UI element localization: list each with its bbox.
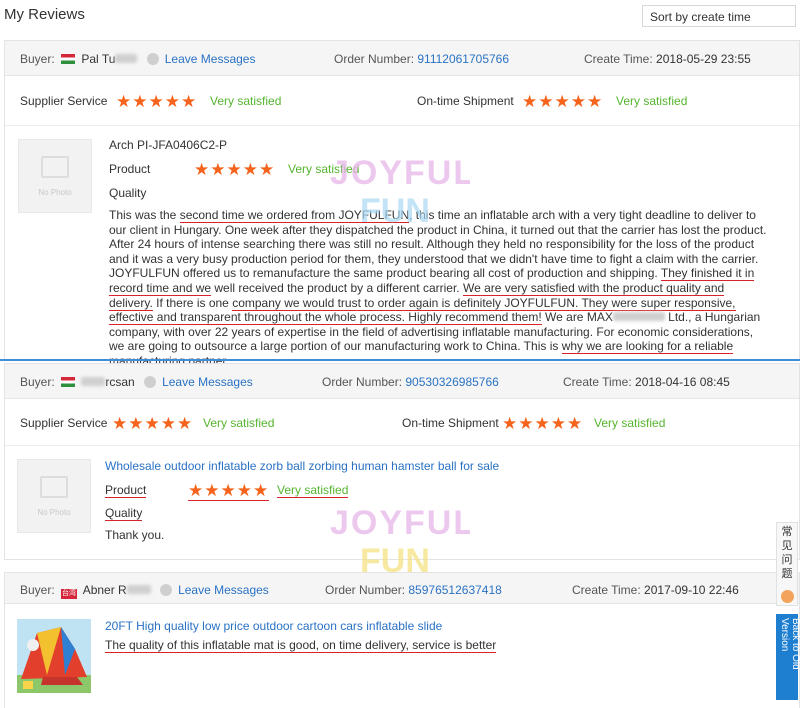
page-title: My Reviews: [4, 6, 85, 23]
create-time-label: Create Time:: [563, 375, 632, 389]
svg-text:FUN: FUN: [360, 542, 430, 580]
comment-text: This was the: [109, 208, 180, 222]
buyer-label: Buyer:: [20, 375, 55, 389]
buyer-name: Pal Tu: [81, 52, 116, 66]
supplier-satisfaction: Very satisfied: [210, 94, 282, 108]
review-comment: Thank you.: [105, 528, 165, 542]
product-rating-stars: ★★★★★: [188, 481, 270, 501]
create-time-value: 2018-05-29 23:55: [656, 52, 751, 66]
create-time-label: Create Time:: [584, 52, 653, 66]
order-number-link[interactable]: 90530326985766: [405, 375, 498, 389]
order-number-link[interactable]: 91112061705766: [417, 52, 509, 66]
support-avatar-icon: [781, 590, 794, 603]
redacted-name: [81, 377, 106, 386]
no-photo-label: No Photo: [37, 508, 71, 517]
image-placeholder-icon: [41, 156, 69, 178]
buyer-label: Buyer:: [20, 52, 55, 66]
order-info: Order Number: 91112061705766: [334, 52, 509, 66]
product-thumbnail[interactable]: No Photo: [18, 139, 92, 213]
quality-label: Quality: [105, 506, 143, 521]
svg-text:JOYFUL: JOYFUL: [330, 154, 470, 192]
order-label: Order Number:: [334, 52, 415, 66]
sort-select[interactable]: Sort by create time: [642, 5, 796, 27]
comment-text: We are MAX: [541, 310, 613, 325]
create-time: Create Time: 2017-09-10 22:46: [572, 583, 739, 597]
supplier-satisfaction: Very satisfied: [203, 416, 275, 430]
comment-text: well received the product by a different…: [211, 280, 463, 295]
message-icon[interactable]: [146, 53, 159, 65]
comment-text: If there is one: [152, 295, 233, 310]
buyer-name: Abner R: [82, 583, 127, 597]
shipment-satisfaction: Very satisfied: [594, 416, 666, 430]
product-rating-stars: ★★★★★: [194, 160, 276, 179]
svg-text:JOYFUL: JOYFUL: [330, 504, 470, 542]
product-label: Product: [109, 162, 151, 176]
product-label: Product: [105, 483, 147, 498]
buyer-info: Buyer: 台湾 Abner R Leave Messages: [20, 583, 269, 599]
image-placeholder-icon: [40, 476, 68, 498]
product-thumbnail[interactable]: [17, 619, 91, 693]
buyer-info: Buyer: rcsan Leave Messages: [20, 375, 253, 389]
back-to-old-version-button[interactable]: Back to Old Version: [776, 614, 800, 700]
shipment-label: On-time Shipment: [417, 94, 514, 108]
redacted-company: [612, 312, 665, 322]
screenshot-separator: [0, 359, 800, 361]
order-info: Order Number: 85976512637418: [325, 583, 502, 597]
order-label: Order Number:: [325, 583, 406, 597]
message-icon[interactable]: [160, 584, 173, 596]
create-time-value: 2018-04-16 08:45: [635, 375, 730, 389]
quality-label: Quality: [109, 186, 147, 200]
supplier-rating-stars: ★★★★★: [112, 414, 194, 433]
svg-text:FUN: FUN: [360, 192, 430, 230]
no-photo-label: No Photo: [38, 188, 72, 197]
buyer-label: Buyer:: [20, 583, 55, 597]
order-info: Order Number: 90530326985766: [322, 375, 499, 389]
leave-messages-link[interactable]: Leave Messages: [162, 375, 253, 389]
review-card: Buyer: 台湾 Abner R Leave Messages Order N…: [4, 572, 800, 708]
leave-messages-link[interactable]: Leave Messages: [178, 583, 269, 597]
faq-label: 常见问题: [781, 526, 793, 580]
hungary-flag-icon: [61, 54, 76, 64]
review-comment: The quality of this inflatable mat is go…: [105, 638, 497, 653]
faq-widget[interactable]: 常见问题: [776, 522, 798, 606]
shipment-rating-stars: ★★★★★: [522, 92, 604, 111]
inflatable-slide-image: [17, 619, 91, 693]
supplier-service-label: Supplier Service: [20, 94, 108, 108]
joyfulfun-watermark: JOYFUL FUN: [330, 154, 470, 230]
order-number-link[interactable]: 85976512637418: [408, 583, 501, 597]
product-title-link[interactable]: 20FT High quality low price outdoor cart…: [105, 619, 442, 633]
shipment-label: On-time Shipment: [402, 416, 499, 430]
taiwan-flag-icon: 台湾: [61, 589, 78, 599]
buyer-name: rcsan: [105, 375, 135, 389]
product-thumbnail[interactable]: No Photo: [17, 459, 91, 533]
buyer-info: Buyer: Pal Tu Leave Messages: [20, 52, 255, 66]
leave-messages-link[interactable]: Leave Messages: [165, 52, 256, 66]
shipment-rating-stars: ★★★★★: [502, 414, 584, 433]
create-time-label: Create Time:: [572, 583, 641, 597]
order-label: Order Number:: [322, 375, 403, 389]
redacted-name: [115, 54, 138, 63]
joyfulfun-watermark: JOYFUL FUN: [330, 504, 470, 580]
hungary-flag-icon: [61, 377, 76, 387]
review-comment: This was the second time we ordered from…: [109, 208, 769, 369]
create-time: Create Time: 2018-04-16 08:45: [563, 375, 730, 389]
message-icon[interactable]: [144, 376, 157, 388]
product-satisfaction: Very satisfied: [277, 483, 349, 498]
product-title-link[interactable]: Wholesale outdoor inflatable zorb ball z…: [105, 459, 499, 473]
back-to-old-version-label: Back to Old Version: [779, 618, 800, 670]
shipment-satisfaction: Very satisfied: [616, 94, 688, 108]
supplier-service-label: Supplier Service: [20, 416, 108, 430]
product-title: Arch PI-JFA0406C2-P: [109, 138, 228, 152]
create-time: Create Time: 2018-05-29 23:55: [584, 52, 751, 66]
redacted-name: [126, 585, 151, 594]
create-time-value: 2017-09-10 22:46: [644, 583, 739, 597]
divider: [5, 445, 799, 446]
divider: [5, 125, 799, 126]
supplier-rating-stars: ★★★★★: [116, 92, 198, 111]
